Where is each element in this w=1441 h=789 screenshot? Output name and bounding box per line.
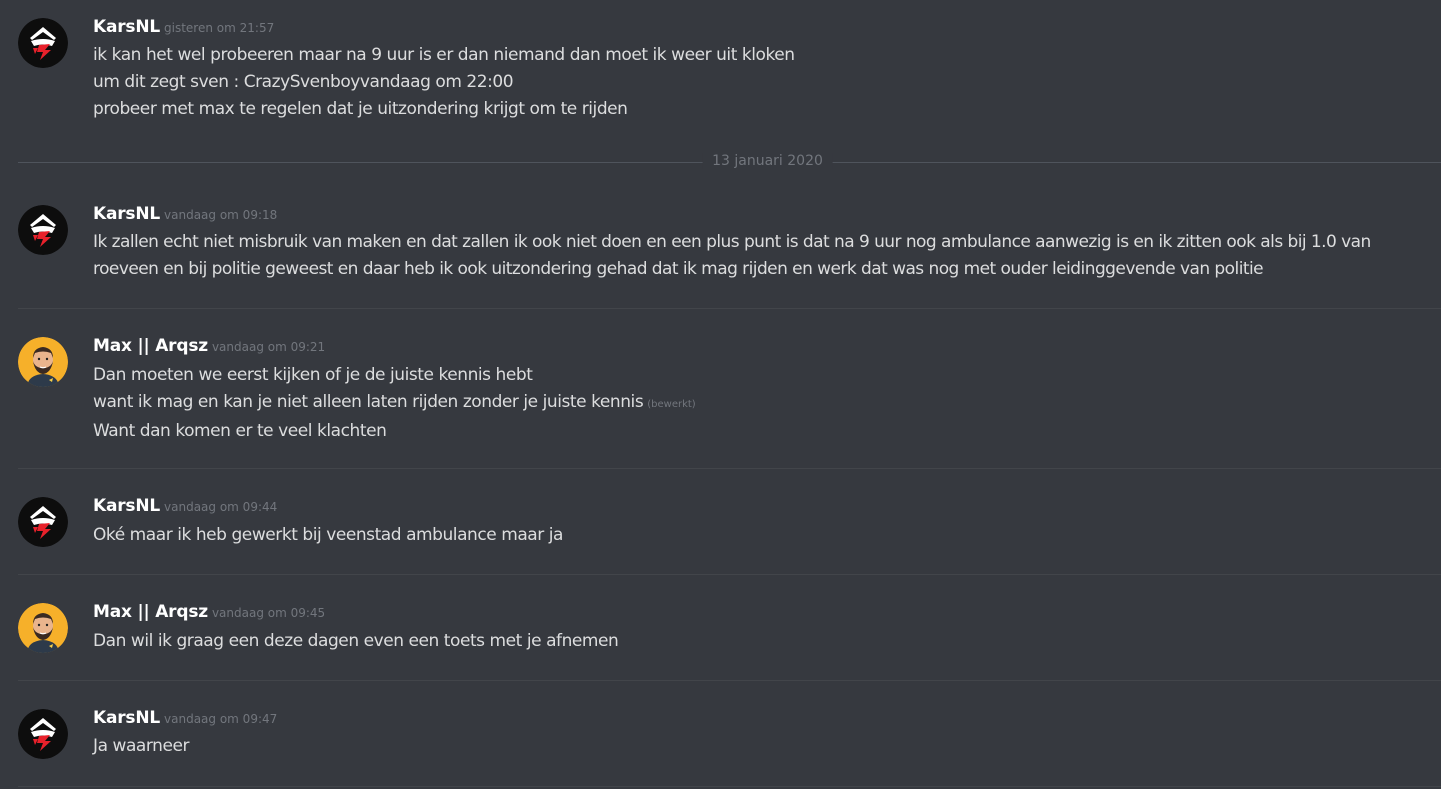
- message-timestamp: vandaag om 09:18: [164, 208, 278, 222]
- author-name[interactable]: Max || Arqsz: [93, 602, 208, 622]
- message-timestamp: vandaag om 09:44: [164, 500, 278, 514]
- bearded-man-avatar-icon[interactable]: [18, 603, 68, 653]
- message-separator: [18, 468, 1441, 469]
- ninja-logo-icon[interactable]: [18, 497, 68, 547]
- message-text: Ik zallen echt niet misbruik van maken e…: [93, 232, 1371, 279]
- date-divider: 13 januari 2020: [18, 152, 1441, 174]
- message-timestamp: gisteren om 21:57: [164, 21, 275, 35]
- author-name[interactable]: KarsNL: [93, 204, 160, 224]
- message-text: probeer met max te regelen dat je uitzon…: [93, 99, 628, 119]
- message-separator: [18, 308, 1441, 309]
- message-separator: [18, 786, 1441, 787]
- message-text: Dan wil ik graag een deze dagen even een…: [93, 631, 619, 651]
- ninja-logo-icon[interactable]: [18, 709, 68, 759]
- message-text: want ik mag en kan je niet alleen laten …: [93, 392, 644, 412]
- message-separator: [18, 680, 1441, 681]
- chat-messages: KarsNL gisteren om 21:57 ik kan het wel p…: [0, 0, 1441, 789]
- message-text-line: want ik mag en kan je niet alleen laten …: [93, 389, 1423, 418]
- author-name[interactable]: KarsNL: [93, 496, 160, 516]
- date-divider-label: 13 januari 2020: [702, 153, 833, 169]
- ninja-logo-icon[interactable]: [18, 18, 68, 68]
- edited-label: (bewerkt): [647, 399, 696, 410]
- message-text: Oké maar ik heb gewerkt bij veenstad amb…: [93, 525, 564, 545]
- message-text: ik kan het wel probeeren maar na 9 uur i…: [93, 45, 795, 65]
- message-separator: [18, 574, 1441, 575]
- message-text: Ja waarneer: [93, 736, 189, 756]
- message-timestamp: vandaag om 09:45: [211, 606, 326, 620]
- message-text: um dit zegt sven : CrazySvenboyvandaag o…: [93, 72, 514, 92]
- message-text: Want dan komen er te veel klachten: [93, 421, 387, 441]
- author-name[interactable]: KarsNL: [93, 708, 160, 728]
- bearded-man-avatar-icon[interactable]: [18, 337, 68, 387]
- message-timestamp: vandaag om 09:21: [211, 340, 326, 354]
- author-name[interactable]: KarsNL: [93, 17, 160, 37]
- message-text: Dan moeten we eerst kijken of je de juis…: [93, 365, 533, 385]
- author-name[interactable]: Max || Arqsz: [93, 336, 208, 356]
- ninja-logo-icon[interactable]: [18, 205, 68, 255]
- message-timestamp: vandaag om 09:47: [164, 712, 278, 726]
